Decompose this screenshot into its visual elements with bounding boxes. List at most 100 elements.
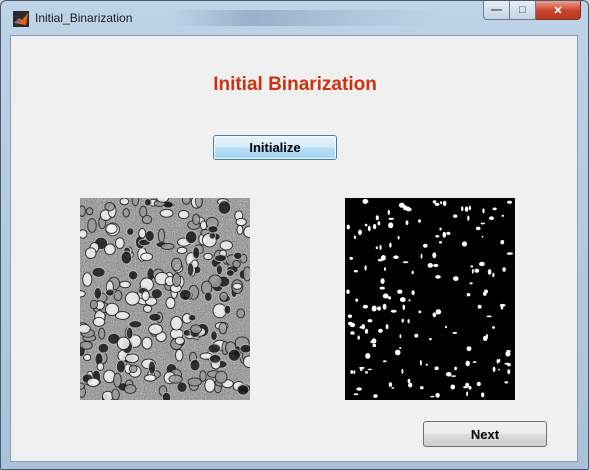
binary-spot — [347, 321, 353, 326]
binary-spot — [445, 372, 452, 377]
cell-texture — [165, 296, 176, 310]
cell-texture — [98, 327, 106, 340]
cell-texture — [82, 272, 93, 287]
cell-texture — [187, 377, 202, 387]
cell-texture — [207, 343, 221, 354]
cell-texture — [128, 364, 138, 374]
maximize-icon: □ — [519, 4, 526, 16]
cell-texture — [131, 198, 140, 207]
cell-texture — [199, 370, 207, 382]
cell-texture — [97, 342, 110, 354]
binary-spot — [470, 265, 474, 268]
cell-texture — [218, 322, 228, 335]
binary-spot — [507, 200, 512, 204]
binary-spot — [486, 315, 492, 318]
binary-spot — [482, 208, 485, 214]
binary-spot — [357, 335, 360, 340]
close-button[interactable]: ✕ — [536, 1, 581, 20]
cell-texture — [157, 228, 166, 243]
cell-texture — [208, 353, 222, 364]
binary-spot — [461, 206, 464, 211]
cell-texture — [116, 336, 131, 351]
binary-spot — [433, 263, 439, 268]
cell-texture — [161, 391, 172, 400]
next-button[interactable]: Next — [423, 421, 547, 447]
binary-spot — [418, 219, 421, 223]
cell-texture — [128, 320, 143, 329]
cell-texture — [87, 218, 97, 233]
cell-texture — [80, 382, 86, 390]
initialize-button[interactable]: Initialize — [213, 135, 337, 160]
binary-spot — [391, 387, 395, 389]
binary-spot — [388, 217, 394, 220]
cell-texture — [119, 280, 131, 289]
binary-spot — [466, 391, 469, 397]
cell-texture — [141, 290, 150, 302]
cell-texture — [177, 209, 190, 220]
minimize-icon: — — [491, 4, 502, 16]
binary-spot — [450, 384, 456, 390]
cell-texture — [80, 290, 86, 298]
binary-spot — [492, 326, 495, 329]
binary-spot — [367, 319, 373, 323]
binary-spot — [474, 268, 480, 273]
binary-spot — [373, 394, 378, 398]
cell-texture — [105, 288, 115, 297]
binary-spot — [372, 343, 377, 348]
cell-texture — [83, 353, 92, 362]
binary-spot — [477, 304, 482, 309]
binary-spot — [435, 275, 441, 279]
cell-texture — [91, 266, 106, 278]
binary-spot — [385, 324, 389, 330]
binary-spot — [427, 263, 433, 268]
cell-texture — [215, 264, 223, 276]
minimize-button[interactable]: — — [483, 1, 510, 20]
cell-texture — [104, 202, 116, 212]
maximize-button[interactable]: □ — [510, 1, 536, 20]
binary-spot — [434, 366, 439, 370]
binary-spot — [399, 297, 406, 303]
binary-spot — [472, 361, 477, 363]
binary-spot — [387, 209, 390, 215]
binary-spot — [401, 368, 404, 374]
binary-spot — [394, 349, 401, 356]
binary-spot — [434, 202, 440, 206]
title-bar[interactable]: Initial_Binarization — □ ✕ — [1, 1, 588, 35]
binary-spot — [418, 310, 422, 314]
binary-spot — [500, 303, 504, 310]
binary-spot — [444, 325, 448, 329]
cell-texture — [213, 254, 228, 263]
cell-texture — [143, 304, 153, 313]
matlab-icon — [13, 11, 29, 27]
cell-texture — [181, 198, 191, 205]
binary-spot — [380, 278, 385, 284]
binary-spot — [468, 205, 471, 211]
cell-texture — [232, 259, 241, 269]
close-icon: ✕ — [553, 4, 563, 17]
cell-texture — [170, 316, 183, 331]
binary-spot — [492, 272, 495, 278]
binary-spot — [500, 240, 505, 245]
binary-spot — [442, 200, 447, 207]
cell-texture — [80, 341, 93, 350]
binary-spot — [432, 252, 437, 259]
binary-spot — [487, 269, 492, 275]
binary-spot — [471, 268, 474, 274]
cell-texture — [140, 252, 154, 262]
cell-texture — [96, 362, 105, 371]
binary-spot — [430, 395, 435, 398]
binary-spot — [479, 261, 485, 267]
binary-spot — [353, 270, 358, 273]
cell-texture — [188, 313, 197, 322]
binary-spot — [379, 245, 382, 250]
window-frame: Initial_Binarization — □ ✕ Initial Binar… — [0, 0, 589, 470]
cell-texture — [174, 336, 186, 346]
window-title: Initial_Binarization — [35, 11, 133, 25]
cell-texture — [105, 223, 118, 235]
binary-spot — [387, 296, 392, 300]
binary-spot — [405, 220, 409, 225]
binary-spot — [435, 235, 440, 238]
binary-spot — [483, 291, 487, 296]
binary-spot — [481, 235, 484, 238]
binary-spot — [406, 206, 411, 212]
